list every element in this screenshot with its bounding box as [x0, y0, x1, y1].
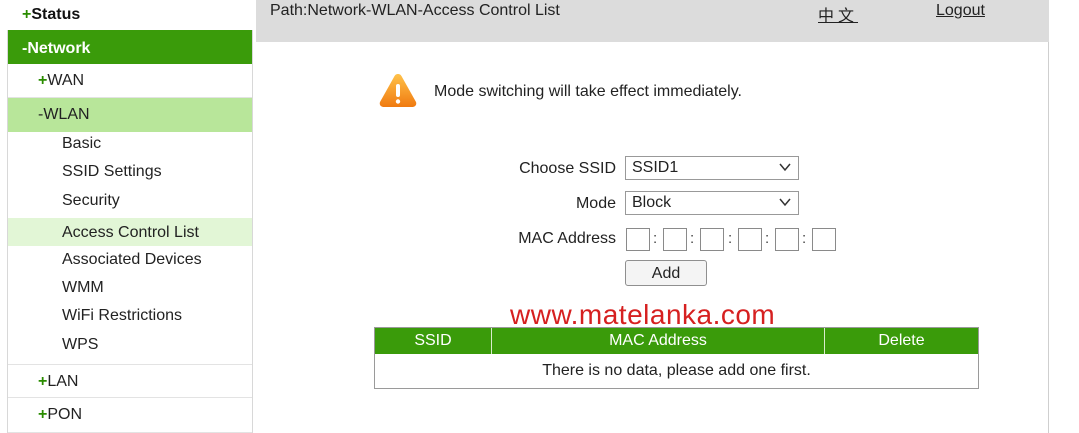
sidebar-item-label: WLAN	[43, 106, 90, 123]
add-button-label: Add	[651, 265, 681, 282]
sidebar-item-label: Network	[27, 40, 91, 57]
sidebar-subitem-ssid-settings[interactable]: SSID Settings	[8, 160, 252, 188]
mode-label: Mode	[575, 195, 616, 212]
sidebar-subitem-wps[interactable]: WPS	[8, 333, 252, 361]
mac-octet-4-input[interactable]	[738, 228, 762, 251]
warning-icon	[379, 74, 417, 107]
add-button[interactable]: Add	[625, 260, 707, 286]
column-header-ssid: SSID	[375, 328, 492, 354]
sidebar-subitem-security[interactable]: Security	[8, 189, 252, 217]
mode-select[interactable]: Block	[625, 191, 799, 215]
sidebar-item-label: Status	[31, 6, 81, 23]
logout-link[interactable]: Logout	[936, 2, 985, 20]
sidebar-item-label: WAN	[47, 72, 85, 89]
sidebar-item-network[interactable]: -Network	[8, 30, 252, 64]
mac-address-label: MAC Address	[518, 230, 616, 247]
expand-icon: +	[38, 373, 48, 390]
empty-table-message: There is no data, please add one first.	[542, 362, 811, 379]
choose-ssid-label: Choose SSID	[519, 160, 616, 177]
sidebar-subitem-label: Access Control List	[62, 224, 199, 241]
chevron-down-icon	[779, 163, 791, 172]
header-bar: Path:Network-WLAN-Access Control List 中文…	[256, 0, 1049, 42]
sidebar-subitem-wmm[interactable]: WMM	[8, 276, 252, 304]
sidebar-item-label: LAN	[47, 373, 79, 390]
sidebar-item-label: PON	[47, 406, 83, 423]
sidebar-divider-right	[252, 30, 253, 433]
chevron-down-icon	[779, 198, 791, 207]
expand-icon: +	[22, 6, 32, 23]
mac-separator: :	[802, 230, 807, 247]
sidebar-subitem-basic[interactable]: Basic	[8, 132, 252, 160]
sidebar: +Status -Network +WAN -WLAN Basic SSID S…	[0, 0, 256, 433]
notice-text: Mode switching will take effect immediat…	[434, 83, 742, 100]
acl-table: SSID MAC Address Delete There is no data…	[374, 327, 979, 389]
content-divider	[1048, 42, 1049, 433]
mac-octet-2-input[interactable]	[663, 228, 687, 251]
sidebar-subitem-label: Basic	[62, 135, 102, 152]
mac-octet-1-input[interactable]	[626, 228, 650, 251]
mac-separator: :	[765, 230, 770, 247]
sidebar-item-wan[interactable]: +WAN	[8, 64, 252, 98]
mac-octet-6-input[interactable]	[812, 228, 836, 251]
ssid-select[interactable]: SSID1	[625, 156, 799, 180]
expand-icon: +	[38, 72, 48, 89]
mac-octet-3-input[interactable]	[700, 228, 724, 251]
expand-icon: +	[38, 406, 48, 423]
sidebar-item-status[interactable]: +Status	[8, 0, 252, 30]
mac-separator: :	[690, 230, 695, 247]
sidebar-item-wlan[interactable]: -WLAN	[8, 98, 252, 132]
column-header-delete: Delete	[878, 332, 925, 349]
sidebar-subitem-associated-devices[interactable]: Associated Devices	[8, 248, 252, 276]
sidebar-subitem-label: WPS	[62, 336, 99, 353]
sidebar-item-pon[interactable]: +PON	[8, 398, 252, 433]
breadcrumb: Path:Network-WLAN-Access Control List	[270, 2, 560, 19]
mode-select-value: Block	[632, 194, 672, 211]
mac-separator: :	[653, 230, 658, 247]
mac-separator: :	[728, 230, 733, 247]
sidebar-subitem-access-control-list[interactable]: Access Control List	[8, 218, 252, 246]
sidebar-subitem-label: WiFi Restrictions	[62, 307, 183, 324]
sidebar-subitem-label: SSID Settings	[62, 163, 162, 180]
ssid-select-value: SSID1	[632, 159, 679, 176]
mac-octet-5-input[interactable]	[775, 228, 799, 251]
language-switch-link[interactable]: 中文	[818, 2, 858, 26]
sidebar-subitem-label: WMM	[62, 279, 104, 296]
column-header-mac-address: MAC Address	[492, 328, 825, 354]
sidebar-subitem-label: Associated Devices	[62, 251, 202, 268]
sidebar-item-lan[interactable]: +LAN	[8, 364, 252, 398]
table-header: SSID MAC Address Delete	[375, 328, 978, 354]
sidebar-subitem-wifi-restrictions[interactable]: WiFi Restrictions	[8, 304, 252, 332]
sidebar-subitem-label: Security	[62, 192, 120, 209]
